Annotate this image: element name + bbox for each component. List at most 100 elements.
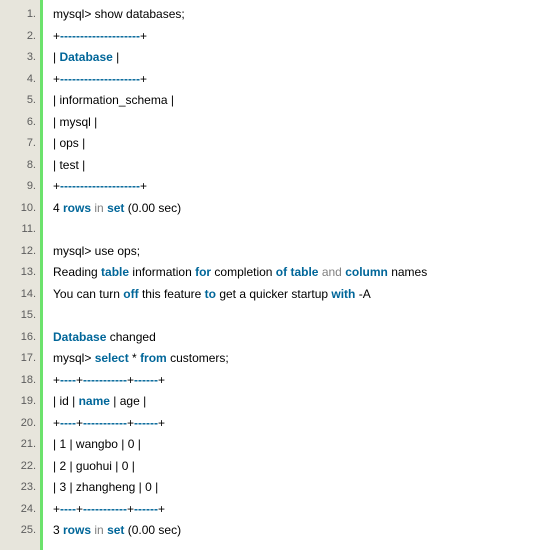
code-token: Database (53, 330, 106, 344)
code-token: in (94, 523, 103, 537)
line-number: 14. (2, 284, 38, 306)
code-token: + (158, 416, 165, 430)
code-line: | 3 | zhangheng | 0 | (53, 477, 552, 499)
code-line: 4 rows in set (0.00 sec) (53, 198, 552, 220)
line-number: 3. (2, 47, 38, 69)
code-token (53, 222, 56, 236)
line-number: 21. (2, 434, 38, 456)
code-line: | information_schema | (53, 90, 552, 112)
code-line: | id | name | age | (53, 391, 552, 413)
code-token: of (276, 265, 287, 279)
line-number: 1. (2, 4, 38, 26)
code-token: mysql> use ops; (53, 244, 140, 258)
code-token: 3 (53, 523, 63, 537)
code-line: | Database | (53, 47, 552, 69)
code-token: + (140, 179, 147, 193)
code-token: + (76, 416, 83, 430)
line-number-gutter: 1.2.3.4.5.6.7.8.9.10.11.12.13.14.15.16.1… (0, 0, 40, 550)
code-token: off (123, 287, 138, 301)
code-token: + (76, 502, 83, 516)
code-block: 1.2.3.4.5.6.7.8.9.10.11.12.13.14.15.16.1… (0, 0, 552, 550)
code-token: -------------------- (60, 179, 140, 193)
code-line: | ops | (53, 133, 552, 155)
code-token: get a quicker startup (216, 287, 331, 301)
line-number: 19. (2, 391, 38, 413)
line-number: 11. (2, 219, 38, 241)
line-number: 23. (2, 477, 38, 499)
line-number: 13. (2, 262, 38, 284)
code-token: names (388, 265, 427, 279)
code-token: | id | (53, 394, 79, 408)
code-line: Database changed (53, 327, 552, 349)
code-token: table (290, 265, 318, 279)
line-number: 10. (2, 198, 38, 220)
code-token: (0.00 sec) (124, 201, 181, 215)
code-token: | mysql | (53, 115, 97, 129)
code-line: mysql> show databases; (53, 4, 552, 26)
code-token: + (53, 373, 60, 387)
line-number: 4. (2, 69, 38, 91)
code-token: + (140, 72, 147, 86)
code-token: + (53, 29, 60, 43)
code-token: Database (59, 50, 112, 64)
line-number: 2. (2, 26, 38, 48)
code-token: Reading (53, 265, 101, 279)
code-token: with (331, 287, 355, 301)
code-token: ---- (60, 416, 76, 430)
code-token: for (195, 265, 211, 279)
code-token: | 1 | wangbo | 0 | (53, 437, 141, 451)
code-token: set (107, 523, 124, 537)
code-token: | 3 | zhangheng | 0 | (53, 480, 158, 494)
code-token: and (322, 265, 342, 279)
code-token: ---- (60, 373, 76, 387)
code-token: | 2 | guohui | 0 | (53, 459, 135, 473)
code-line: Reading table information for completion… (53, 262, 552, 284)
code-token: rows (63, 201, 91, 215)
code-line: | 2 | guohui | 0 | (53, 456, 552, 478)
code-token: 4 (53, 201, 63, 215)
code-token: ------ (134, 416, 158, 430)
code-line (53, 305, 552, 327)
code-line: +--------------------+ (53, 26, 552, 48)
code-token: table (101, 265, 129, 279)
code-token: in (94, 201, 103, 215)
code-token: mysql> show databases; (53, 7, 185, 21)
code-token: rows (63, 523, 91, 537)
code-line (53, 219, 552, 241)
line-number: 5. (2, 90, 38, 112)
code-token: -------------------- (60, 29, 140, 43)
line-number: 22. (2, 456, 38, 478)
code-line: | 1 | wangbo | 0 | (53, 434, 552, 456)
code-token: ----------- (83, 502, 127, 516)
line-number: 12. (2, 241, 38, 263)
code-token: | (113, 50, 119, 64)
code-token: + (140, 29, 147, 43)
code-token: mysql> (53, 351, 95, 365)
code-line: | mysql | (53, 112, 552, 134)
code-token: -A (355, 287, 370, 301)
code-token: * (129, 351, 140, 365)
code-line: | test | (53, 155, 552, 177)
code-token: | test | (53, 158, 85, 172)
code-token: ------ (134, 502, 158, 516)
code-token: ---- (60, 502, 76, 516)
code-token: + (76, 373, 83, 387)
code-token: this feature (139, 287, 205, 301)
line-number: 6. (2, 112, 38, 134)
code-token: ------ (134, 373, 158, 387)
code-token: + (53, 416, 60, 430)
code-token: column (345, 265, 388, 279)
code-line: You can turn off this feature to get a q… (53, 284, 552, 306)
code-token: | information_schema | (53, 93, 174, 107)
code-token: set (107, 201, 124, 215)
line-number: 9. (2, 176, 38, 198)
line-number: 7. (2, 133, 38, 155)
code-token: + (127, 502, 134, 516)
code-content: mysql> show databases;+-----------------… (40, 0, 552, 550)
code-token: You can turn (53, 287, 123, 301)
code-token (53, 308, 56, 322)
code-line: mysql> select * from customers; (53, 348, 552, 370)
line-number: 20. (2, 413, 38, 435)
code-token: select (95, 351, 129, 365)
line-number: 18. (2, 370, 38, 392)
